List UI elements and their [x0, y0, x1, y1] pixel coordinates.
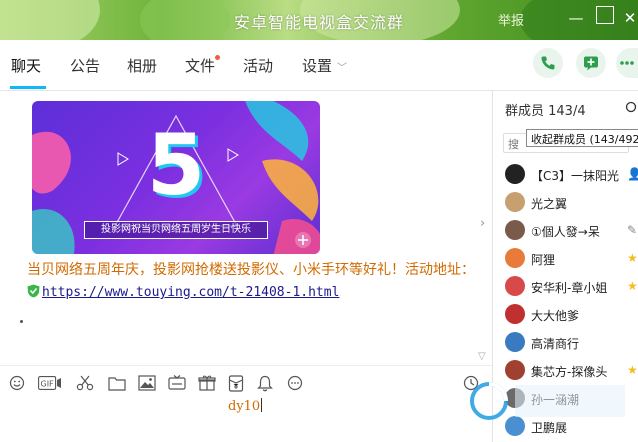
chevron-down-icon: ﹀: [337, 63, 348, 74]
avatar: [505, 164, 525, 184]
avatar: [505, 304, 525, 324]
active-tab-indicator: [10, 86, 46, 89]
tab-announcement[interactable]: 公告: [70, 55, 100, 76]
image-icon: [138, 375, 156, 391]
member-row[interactable]: 高清商行: [505, 331, 638, 355]
minimize-button[interactable]: —: [566, 8, 586, 28]
send-image-button[interactable]: [138, 374, 156, 392]
tab-chat[interactable]: 聊天: [11, 55, 41, 76]
screenshot-button[interactable]: [76, 374, 94, 392]
member-row[interactable]: 大大他爹: [505, 303, 638, 327]
history-button[interactable]: [462, 374, 480, 392]
member-badge-icon: ✎: [627, 223, 638, 237]
avatar: [505, 220, 525, 240]
files-notification-dot: [215, 55, 220, 60]
tab-settings[interactable]: 设置 ﹀: [302, 55, 347, 76]
message-body: 当贝网络五周年庆，投影网抢楼送投影仪、小米手环等好礼！活动地址：: [27, 262, 475, 278]
title-bar: 安卓智能电视盒交流群 举报 — ✕: [0, 0, 638, 40]
reminder-button[interactable]: [256, 374, 274, 392]
member-row[interactable]: 集芯方-探像头 ★: [505, 359, 638, 383]
message-text: 当贝网络五周年庆，投影网抢楼送投影仪、小米手环等好礼！活动地址： https://…: [27, 259, 479, 304]
avatar: [505, 416, 525, 436]
member-name: ①個人發→呆: [531, 225, 600, 239]
member-name: 阿狸: [531, 253, 556, 267]
emoji-button[interactable]: [8, 374, 26, 392]
tv-icon: [168, 375, 186, 390]
member-row[interactable]: 阿狸 ★: [505, 247, 638, 271]
member-name: 孙一涵潮: [531, 393, 580, 407]
close-button[interactable]: ✕: [620, 8, 638, 28]
screen-share-button[interactable]: [168, 374, 186, 392]
tab-files[interactable]: 文件: [185, 55, 215, 76]
member-row[interactable]: 【C3】一抹阳光 👤: [505, 163, 638, 187]
member-badge-icon: ★: [627, 363, 638, 377]
more-tools-button[interactable]: [286, 374, 304, 392]
send-file-button[interactable]: [108, 374, 126, 392]
member-row[interactable]: ①個人發→呆 ✎: [505, 219, 638, 243]
avatar: [505, 192, 525, 212]
typing-dot: [20, 320, 23, 323]
scroll-down-icon[interactable]: ▽: [478, 351, 486, 361]
red-packet-button[interactable]: [227, 374, 245, 392]
more-tools-icon: [287, 375, 303, 391]
member-row[interactable]: 卫鹏展: [505, 415, 638, 439]
verified-shield-icon: [27, 283, 40, 298]
folder-icon: [108, 376, 126, 391]
member-name: 光之翼: [531, 197, 568, 211]
red-packet-icon: [228, 374, 244, 392]
scissors-icon: [76, 375, 94, 391]
tab-activity[interactable]: 活动: [243, 55, 273, 76]
member-name: 高清商行: [531, 337, 580, 351]
text-caret: [261, 398, 263, 412]
svg-text:GIF: GIF: [41, 380, 55, 389]
banner-number: 5: [146, 116, 206, 214]
member-badge-icon: ★: [627, 251, 638, 265]
member-name: 大大他爹: [531, 309, 580, 323]
avatar: [505, 360, 525, 380]
message-input[interactable]: dy10: [228, 398, 263, 414]
member-badge-icon: ★: [627, 279, 638, 293]
collapse-members-tooltip: 收起群成员 (143/492: [526, 129, 638, 147]
more-icon: [620, 61, 634, 65]
member-row[interactable]: 孙一涵潮: [505, 387, 638, 411]
member-name: 安华利-章小姐: [531, 281, 608, 295]
member-name: 【C3】一抹阳光: [531, 169, 620, 183]
maximize-button[interactable]: [596, 6, 614, 24]
add-message-button[interactable]: [576, 48, 606, 78]
report-link[interactable]: 举报: [498, 10, 524, 29]
members-count: 群成员 143/4: [505, 104, 586, 119]
activity-link[interactable]: https://www.touying.com/t-21408-1.html: [42, 285, 339, 300]
avatar: [505, 388, 525, 408]
emoji-icon: [9, 375, 25, 391]
add-message-icon: [584, 56, 598, 71]
window-title: 安卓智能电视盒交流群: [233, 13, 404, 32]
more-button[interactable]: [616, 48, 638, 78]
gift-icon: [198, 375, 216, 391]
message-input-value: dy10: [228, 399, 261, 414]
member-badge-icon: 👤: [627, 167, 638, 181]
member-row[interactable]: 光之翼: [505, 191, 638, 215]
avatar: [505, 276, 525, 296]
collapse-panel-arrow-icon[interactable]: ›: [480, 216, 485, 231]
avatar: [505, 248, 525, 268]
gif-button[interactable]: GIF: [38, 374, 62, 392]
gif-icon: GIF: [38, 376, 61, 390]
chat-messages: 5 投影网祝当贝网络五周岁生日快乐 当贝网络五周年庆，投影网抢楼送投影仪、小米手…: [0, 91, 492, 361]
member-row[interactable]: 安华利-章小姐 ★: [505, 275, 638, 299]
avatar: [505, 332, 525, 352]
tab-settings-label: 设置: [302, 57, 333, 75]
phone-icon: [541, 56, 555, 70]
banner-caption: 投影网祝当贝网络五周岁生日快乐: [84, 221, 268, 239]
gift-button[interactable]: [198, 374, 216, 392]
phone-button[interactable]: [533, 48, 563, 78]
clock-icon: [463, 375, 479, 391]
tab-album[interactable]: 相册: [127, 55, 157, 76]
member-name: 卫鹏展: [531, 421, 568, 435]
members-search-icon[interactable]: [625, 100, 637, 119]
input-toolbar: GIF: [0, 365, 492, 399]
bell-icon: [257, 375, 273, 391]
member-name: 集芯方-探像头: [531, 365, 608, 379]
banner-image[interactable]: 5 投影网祝当贝网络五周岁生日快乐: [32, 101, 320, 254]
